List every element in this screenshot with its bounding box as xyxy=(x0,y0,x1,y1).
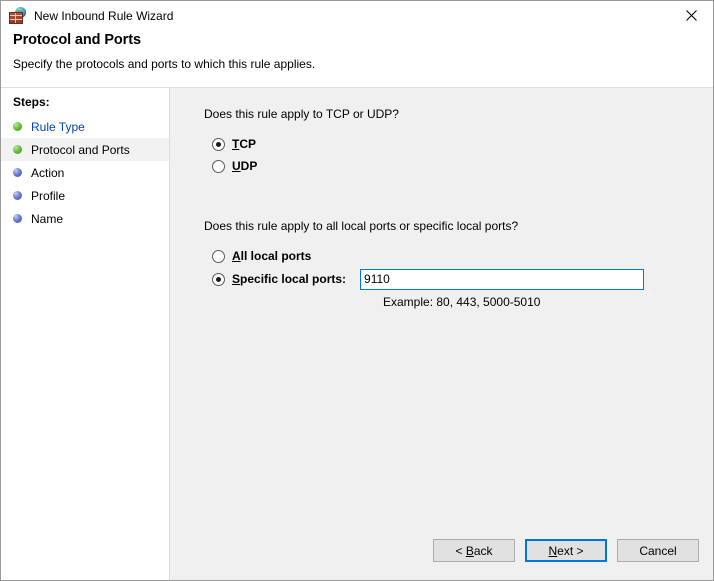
sidebar-item-label: Name xyxy=(31,211,64,226)
sidebar-item-name[interactable]: Name xyxy=(1,207,169,230)
sidebar-item-action[interactable]: Action xyxy=(1,161,169,184)
step-bullet-icon xyxy=(13,168,22,177)
steps-label: Steps: xyxy=(13,95,50,109)
ports-question: Does this rule apply to all local ports … xyxy=(204,219,519,233)
page-title: Protocol and Ports xyxy=(13,32,141,48)
sidebar-item-protocol-and-ports[interactable]: Protocol and Ports xyxy=(1,138,169,161)
radio-all-local-ports[interactable]: All local ports xyxy=(212,245,713,267)
ports-example-hint: Example: 80, 443, 5000-5010 xyxy=(383,295,541,309)
radio-udp[interactable]: UDP xyxy=(212,155,713,177)
new-inbound-rule-wizard-window: New Inbound Rule Wizard Protocol and Por… xyxy=(0,0,714,581)
back-button-label: < Back xyxy=(455,543,493,558)
content-panel: Does this rule apply to TCP or UDP? TCP … xyxy=(170,88,713,580)
title-bar: New Inbound Rule Wizard xyxy=(1,1,713,30)
firewall-icon xyxy=(9,7,26,24)
radio-udp-label: UDP xyxy=(232,159,258,173)
radio-udp-indicator xyxy=(212,159,225,173)
radio-all-local-ports-indicator xyxy=(212,249,225,263)
sidebar-item-profile[interactable]: Profile xyxy=(1,184,169,207)
radio-specific-local-ports-indicator xyxy=(212,272,225,286)
next-button[interactable]: Next > xyxy=(525,539,607,562)
step-bullet-icon xyxy=(13,214,22,223)
sidebar-item-rule-type[interactable]: Rule Type xyxy=(1,115,169,138)
page-subtitle: Specify the protocols and ports to which… xyxy=(13,57,316,71)
next-button-label: Next > xyxy=(548,543,584,558)
sidebar-item-label: Action xyxy=(31,165,65,180)
protocol-question: Does this rule apply to TCP or UDP? xyxy=(204,107,399,121)
radio-specific-local-ports-label: Specific local ports: xyxy=(232,272,347,286)
sidebar-item-label: Rule Type xyxy=(31,119,85,134)
radio-tcp[interactable]: TCP xyxy=(212,133,713,155)
page-header: Protocol and Ports Specify the protocols… xyxy=(1,30,713,88)
specific-ports-input[interactable] xyxy=(360,268,645,290)
step-bullet-icon xyxy=(13,122,22,131)
step-bullet-icon xyxy=(13,145,22,154)
radio-specific-local-ports[interactable]: Specific local ports: xyxy=(212,267,713,291)
window-title: New Inbound Rule Wizard xyxy=(34,8,174,23)
step-bullet-icon xyxy=(13,191,22,200)
wizard-body: Steps: Rule Type Protocol and Ports Acti… xyxy=(1,88,713,580)
wizard-footer: < Back Next > Cancel xyxy=(433,539,699,562)
sidebar-item-label: Protocol and Ports xyxy=(31,142,130,157)
radio-tcp-label: TCP xyxy=(232,137,257,151)
cancel-button[interactable]: Cancel xyxy=(617,539,699,562)
steps-sidebar: Steps: Rule Type Protocol and Ports Acti… xyxy=(1,88,170,580)
radio-tcp-indicator xyxy=(212,137,225,151)
sidebar-item-label: Profile xyxy=(31,188,66,203)
close-icon[interactable] xyxy=(669,1,713,29)
back-button[interactable]: < Back xyxy=(433,539,515,562)
radio-all-local-ports-label: All local ports xyxy=(232,249,312,263)
